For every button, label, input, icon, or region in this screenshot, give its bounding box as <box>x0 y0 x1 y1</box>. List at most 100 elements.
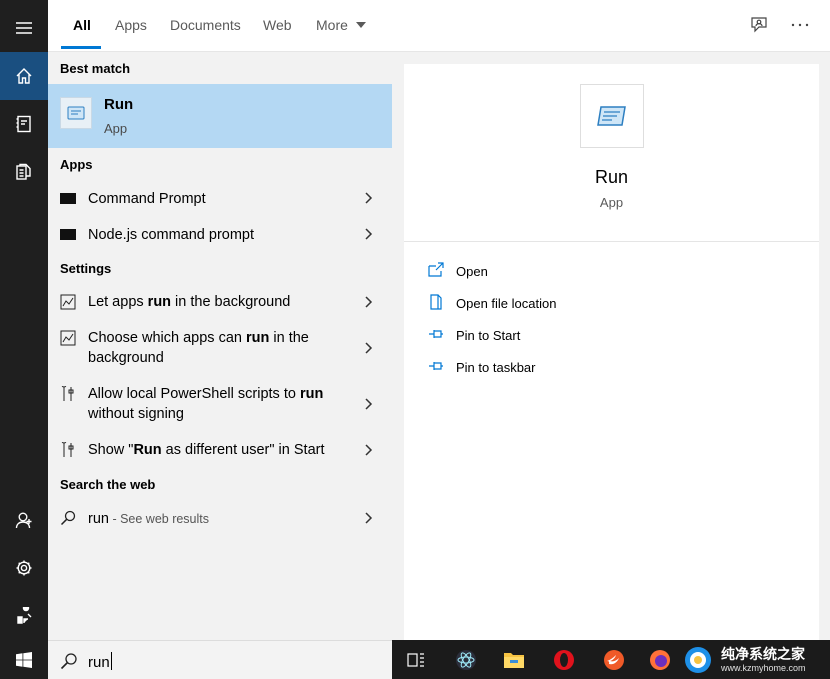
pin-icon <box>429 330 443 338</box>
best-match-run[interactable]: Run App <box>48 84 392 148</box>
tab-apps[interactable]: Apps <box>115 17 147 33</box>
label-part: as different user" in Start <box>161 442 325 458</box>
result-setting-1[interactable]: Let apps run in the background <box>48 290 392 326</box>
electron-app-icon[interactable] <box>452 646 480 674</box>
taskbar: 纯净系统之家 www.kzmyhome.com <box>392 640 830 679</box>
chevron-right-icon[interactable] <box>362 296 374 308</box>
label-part: in the background <box>171 294 291 310</box>
result-label: run - See web results <box>88 509 348 529</box>
result-web-search[interactable]: run - See web results <box>48 506 392 542</box>
tab-more-label: More <box>316 17 348 33</box>
developer-settings-icon <box>61 386 74 401</box>
feedback-icon[interactable] <box>0 592 48 640</box>
preview-card: Run App Open Open file location Pin to S… <box>404 64 819 640</box>
home-icon[interactable] <box>0 52 48 100</box>
chevron-right-icon[interactable] <box>362 444 374 456</box>
preview-app-type: App <box>599 195 624 210</box>
chevron-right-icon[interactable] <box>362 342 374 354</box>
documents-icon[interactable] <box>0 148 48 196</box>
swift-app-icon[interactable] <box>600 646 628 674</box>
preview-app-name: Run <box>594 167 629 187</box>
hamburger-icon[interactable] <box>0 4 48 52</box>
task-view-icon[interactable] <box>402 646 430 674</box>
tab-all[interactable]: All <box>73 17 91 33</box>
search-box[interactable]: run <box>48 640 392 679</box>
tab-more[interactable]: More <box>316 17 366 33</box>
chevron-right-icon[interactable] <box>362 228 374 240</box>
left-rail <box>0 0 48 640</box>
result-setting-2[interactable]: Choose which apps can run in the backgro… <box>48 326 392 372</box>
run-app-large-icon <box>580 84 644 148</box>
notebook-icon[interactable] <box>0 100 48 148</box>
result-label: Let apps run in the background <box>88 292 348 312</box>
best-match-name: Run <box>104 96 134 113</box>
search-web-heading: Search the web <box>60 477 156 492</box>
label-match: Run <box>133 442 162 458</box>
action-open[interactable]: Open <box>428 262 628 282</box>
start-button[interactable] <box>0 640 48 679</box>
search-icon <box>60 510 76 526</box>
result-label: Show "Run as different user" in Start <box>88 440 348 460</box>
web-suffix: - See web results <box>108 512 210 526</box>
run-app-icon <box>60 97 92 129</box>
chevron-right-icon[interactable] <box>362 512 374 524</box>
label-part: Allow local PowerShell scripts to <box>88 386 300 402</box>
background-apps-icon <box>60 330 76 346</box>
label-match: run <box>246 330 270 346</box>
result-label: Command Prompt <box>88 191 206 207</box>
search-input[interactable]: run <box>88 652 112 671</box>
file-explorer-icon[interactable] <box>500 646 528 674</box>
apps-heading: Apps <box>60 157 93 172</box>
action-pin-to-taskbar[interactable]: Pin to taskbar <box>428 358 628 378</box>
result-label: Allow local PowerShell scripts to run wi… <box>88 384 348 424</box>
best-match-heading: Best match <box>60 61 131 76</box>
settings-heading: Settings <box>60 261 112 276</box>
action-open-file-location[interactable]: Open file location <box>428 294 628 314</box>
more-options-icon[interactable] <box>789 14 811 36</box>
text-caret <box>110 652 112 670</box>
tab-documents[interactable]: Documents <box>170 17 241 33</box>
watermark: 纯净系统之家 www.kzmyhome.com <box>675 640 830 679</box>
tab-web[interactable]: Web <box>263 17 292 33</box>
result-label: Choose which apps can run in the backgro… <box>88 328 348 368</box>
action-label: Open file location <box>456 296 557 311</box>
chevron-right-icon[interactable] <box>362 192 374 204</box>
windows-logo-icon <box>16 651 32 668</box>
developer-settings-icon <box>61 442 74 457</box>
action-pin-to-start[interactable]: Pin to Start <box>428 326 628 346</box>
search-input-value: run <box>88 654 110 671</box>
chevron-right-icon[interactable] <box>362 398 374 410</box>
divider <box>404 241 819 242</box>
label-match: run <box>299 386 324 402</box>
label-part: without signing <box>88 406 184 422</box>
command-prompt-icon <box>60 193 76 204</box>
feedback-hub-icon[interactable] <box>748 14 770 36</box>
filter-tab-bar: All Apps Documents Web More <box>48 0 830 52</box>
result-setting-4[interactable]: Show "Run as different user" in Start <box>48 438 392 474</box>
search-icon <box>60 653 77 670</box>
settings-icon[interactable] <box>0 544 48 592</box>
watermark-text: 纯净系统之家 <box>721 646 805 662</box>
open-icon <box>428 262 444 277</box>
nodejs-prompt-icon <box>60 229 76 240</box>
result-command-prompt[interactable]: Command Prompt <box>48 186 392 222</box>
best-match-type: App <box>104 121 128 136</box>
user-icon[interactable] <box>0 496 48 544</box>
results-list: Best match Run App Apps Command Prompt N… <box>48 52 392 640</box>
label-match: run <box>147 294 172 310</box>
firefox-icon[interactable] <box>646 646 674 674</box>
watermark-logo-icon <box>685 647 711 673</box>
result-nodejs-prompt[interactable]: Node.js command prompt <box>48 222 392 258</box>
web-query: run <box>88 511 109 527</box>
result-setting-3[interactable]: Allow local PowerShell scripts to run wi… <box>48 382 392 428</box>
action-label: Open <box>456 264 488 279</box>
caret-down-icon <box>355 22 366 28</box>
preview-pane: Run App Open Open file location Pin to S… <box>392 52 830 640</box>
active-tab-indicator <box>61 46 101 49</box>
label-part: Choose which apps can <box>88 330 246 346</box>
result-label: Node.js command prompt <box>88 227 255 243</box>
file-location-icon <box>430 294 442 310</box>
opera-browser-icon[interactable] <box>550 646 578 674</box>
background-apps-icon <box>60 294 76 310</box>
label-part: Let apps <box>88 294 148 310</box>
